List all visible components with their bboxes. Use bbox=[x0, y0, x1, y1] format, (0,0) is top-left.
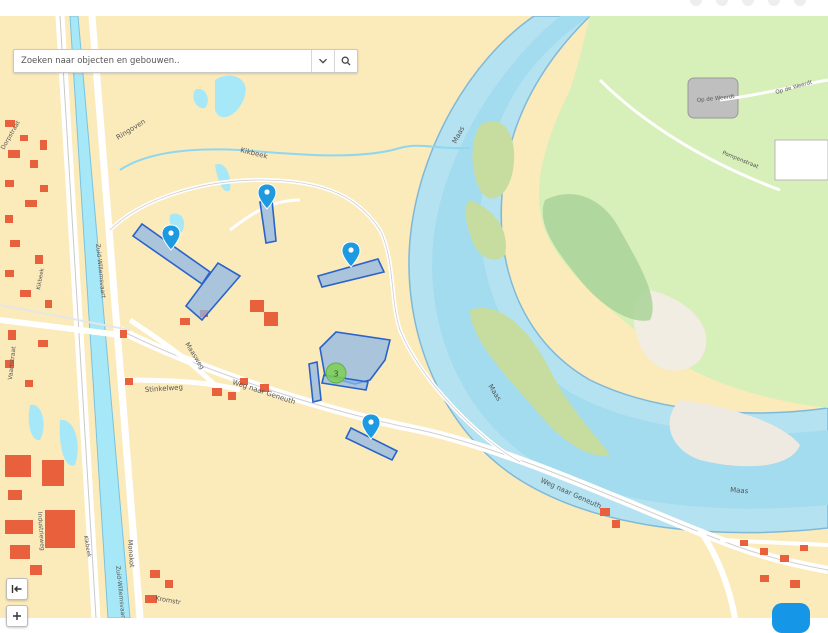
search-input[interactable] bbox=[14, 50, 311, 72]
floating-action-button[interactable] bbox=[772, 603, 810, 633]
label-kikbeek: Kikbeek bbox=[240, 146, 270, 161]
toolbar-button[interactable] bbox=[690, 0, 702, 6]
pond bbox=[193, 89, 208, 109]
map-canvas[interactable]: 3 Ringoven Kikbeek Maas Maas Maas Op de … bbox=[0, 16, 828, 618]
label-industrieweg: Industrieweg bbox=[36, 512, 46, 551]
search-icon bbox=[341, 56, 351, 66]
map-layer: 3 Ringoven Kikbeek Maas Maas Maas Op de … bbox=[0, 16, 828, 618]
toolbar-button[interactable] bbox=[768, 0, 780, 6]
pond bbox=[215, 75, 246, 118]
label-ringoven: Ringoven bbox=[115, 117, 147, 141]
label-stinkelweg: Stinkelweg bbox=[145, 383, 184, 394]
cluster-count: 3 bbox=[333, 370, 338, 379]
map-pin-icon[interactable] bbox=[341, 241, 361, 268]
top-bar bbox=[0, 0, 828, 16]
pond bbox=[28, 404, 44, 441]
stream-kikbeek bbox=[119, 144, 471, 171]
pond bbox=[215, 164, 231, 192]
label-vaartstraat: Vaartstraat bbox=[7, 346, 18, 381]
chevron-down-icon bbox=[319, 58, 327, 64]
building-op-de-weerdt bbox=[774, 139, 828, 181]
label-monokot: Monokot bbox=[126, 540, 136, 569]
toolbar-button[interactable] bbox=[794, 0, 806, 6]
pond bbox=[59, 419, 78, 466]
search-box bbox=[13, 49, 358, 73]
label-kikbeek: Kikbeek bbox=[36, 267, 46, 290]
zoom-in-button[interactable] bbox=[6, 605, 28, 627]
dropdown-button[interactable] bbox=[311, 50, 334, 72]
label-maas-bottom: Maas bbox=[730, 486, 749, 495]
search-button[interactable] bbox=[334, 50, 357, 72]
island bbox=[472, 121, 515, 199]
plus-icon bbox=[13, 612, 21, 620]
toolbar-button[interactable] bbox=[716, 0, 728, 6]
collapse-left-icon bbox=[11, 585, 22, 593]
toolbar-button[interactable] bbox=[742, 0, 754, 6]
collapse-panel-button[interactable] bbox=[6, 578, 28, 600]
label-kromstraat: Kromstr bbox=[155, 594, 182, 606]
parcel-6[interactable] bbox=[308, 361, 322, 403]
